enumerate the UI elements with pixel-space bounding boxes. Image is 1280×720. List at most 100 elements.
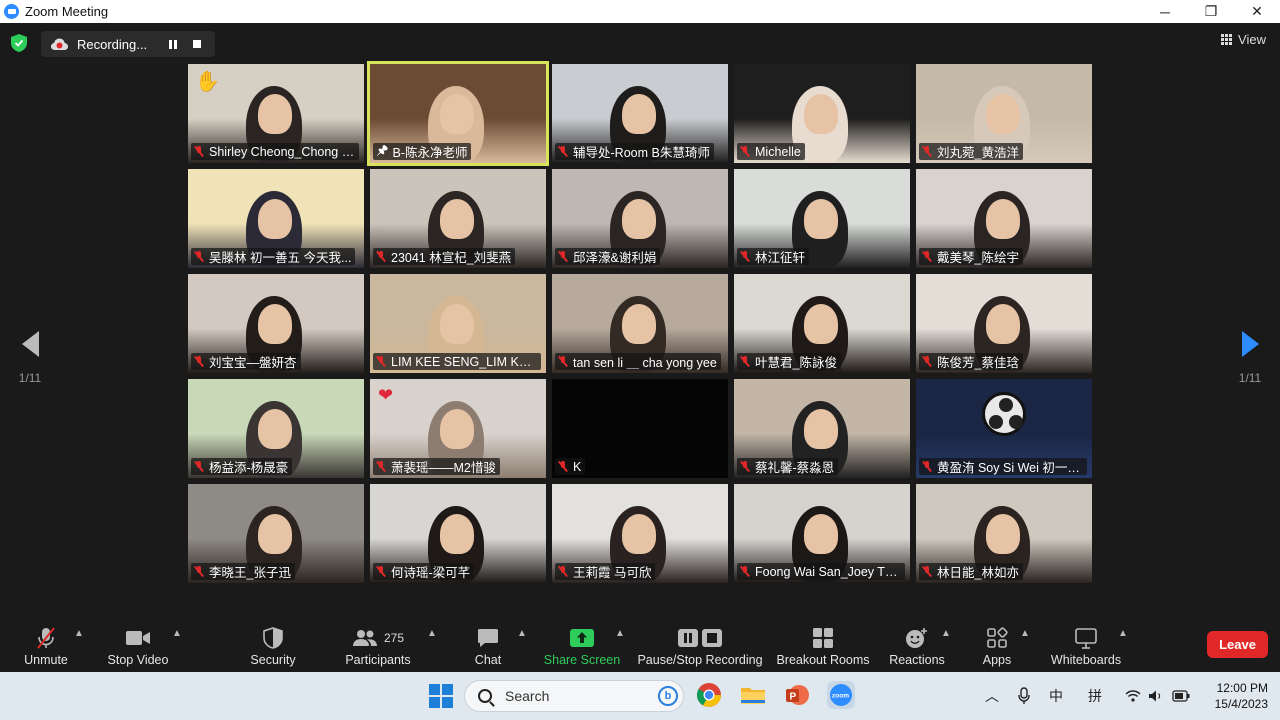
participant-video-tile[interactable]: 辅导处-Room B朱慧琦师 — [552, 64, 728, 163]
participant-video-tile[interactable]: 杨益添-杨晟豪 — [188, 379, 364, 478]
participant-video-tile[interactable]: 何诗瑶-梁可芊 — [370, 484, 546, 583]
leave-button[interactable]: Leave — [1207, 631, 1268, 658]
taskbar-clock[interactable]: 12:00 PM 15/4/2023 — [1215, 680, 1268, 712]
participant-video-tile[interactable]: 刘宝宝—盤妍杏 — [188, 274, 364, 373]
view-label: View — [1238, 32, 1266, 47]
participant-nameplate: 陈俊芳_蔡佳琀 — [919, 353, 1023, 370]
view-button[interactable]: View — [1221, 32, 1266, 47]
participant-video-tile[interactable]: 23041 林宣杞_刘斐燕 — [370, 169, 546, 268]
participant-face — [258, 199, 292, 239]
clock-date: 15/4/2023 — [1214, 697, 1268, 711]
wifi-icon[interactable] — [1125, 689, 1141, 703]
participant-name: 林日能_林如亦 — [937, 566, 1019, 580]
participant-video-tile[interactable]: 戴美琴_陈绘宇 — [916, 169, 1092, 268]
muted-mic-icon — [740, 566, 750, 577]
close-button[interactable]: ✕ — [1234, 0, 1280, 23]
windows-taskbar: Search b P zoom ︿ 中 拼 12:00 PM 15/4/2023 — [0, 672, 1280, 720]
unmute-button[interactable]: Unmute — [18, 620, 74, 672]
participants-options-chevron-up-icon[interactable]: ▲ — [427, 628, 437, 639]
encryption-shield-icon[interactable] — [11, 34, 27, 52]
stop-video-button[interactable]: Stop Video — [104, 620, 172, 672]
previous-page-button[interactable]: 1/11 — [10, 331, 50, 385]
participant-video-tile[interactable]: 刘丸菀_黄浩洋 — [916, 64, 1092, 163]
participant-nameplate: 吴滕林 初一善五 今天我... — [191, 248, 356, 265]
heart-reaction-icon: ❤ — [378, 385, 394, 405]
participant-video-tile[interactable]: Michelle — [734, 64, 910, 163]
participant-video-tile[interactable]: 📌 B-陈永净老师 — [370, 64, 546, 163]
participant-video-tile[interactable]: 陈俊芳_蔡佳琀 — [916, 274, 1092, 373]
zoom-app-icon — [4, 4, 19, 19]
participant-video-tile[interactable]: 邱泽濠&谢利娟 — [552, 169, 728, 268]
pause-stop-recording-label: Pause/Stop Recording — [637, 653, 763, 667]
participant-name: 23041 林宣杞_刘斐燕 — [391, 251, 512, 265]
share-screen-button[interactable]: Share Screen — [544, 620, 620, 672]
participant-nameplate: 📌 B-陈永净老师 — [373, 143, 472, 160]
apps-button[interactable]: Apps — [978, 620, 1016, 672]
zoom-taskbar-icon[interactable]: zoom — [827, 681, 855, 709]
participant-video-tile[interactable]: Foong Wai San_Joey The... — [734, 484, 910, 583]
participant-video-tile[interactable]: ✋ Shirley Cheong_Chong Q... — [188, 64, 364, 163]
participant-face — [804, 94, 838, 134]
participant-face — [440, 514, 474, 554]
bing-icon[interactable]: b — [658, 686, 678, 706]
participant-video-tile[interactable]: 王莉霞 马可欣 — [552, 484, 728, 583]
minimize-button[interactable]: ─ — [1142, 0, 1188, 23]
muted-mic-icon — [740, 461, 750, 472]
file-explorer-icon[interactable] — [739, 681, 767, 709]
whiteboards-button[interactable]: Whiteboards — [1046, 620, 1126, 672]
participant-video-tile[interactable]: tan sen li ＿ cha yong yee — [552, 274, 728, 373]
breakout-rooms-button[interactable]: Breakout Rooms — [776, 620, 870, 672]
share-options-chevron-up-icon[interactable]: ▲ — [615, 628, 625, 639]
reactions-options-chevron-up-icon[interactable]: ▲ — [941, 628, 951, 639]
search-label: Search — [505, 688, 550, 704]
chrome-icon[interactable] — [695, 681, 723, 709]
muted-mic-icon — [194, 566, 204, 577]
participant-nameplate: 黄盈洧 Soy Si Wei 初一善... — [919, 458, 1087, 475]
participant-video-tile[interactable]: 蔡礼馨-蔡淼恩 — [734, 379, 910, 478]
participant-name: 王莉霞 马可欣 — [573, 566, 652, 580]
participant-name: 萧裴瑶——M2惜骏 — [391, 461, 496, 475]
reactions-button[interactable]: Reactions — [888, 620, 946, 672]
video-options-chevron-up-icon[interactable]: ▲ — [172, 628, 182, 639]
chat-options-chevron-up-icon[interactable]: ▲ — [517, 628, 527, 639]
participant-video-tile[interactable]: 李晓王_张子迅 — [188, 484, 364, 583]
pause-stop-recording-button[interactable]: Pause/Stop Recording — [637, 620, 763, 672]
windows-start-icon[interactable] — [429, 684, 453, 708]
muted-mic-icon — [376, 566, 386, 577]
grid-view-icon — [1221, 34, 1233, 45]
participant-video-tile[interactable]: 吴滕林 初一善五 今天我... — [188, 169, 364, 268]
maximize-button[interactable]: ❐ — [1188, 0, 1234, 23]
stop-recording-button[interactable] — [185, 31, 209, 57]
participant-video-tile[interactable]: 叶慧君_陈詠俊 — [734, 274, 910, 373]
chat-button[interactable]: Chat — [470, 620, 506, 672]
powerpoint-icon[interactable]: P — [783, 681, 811, 709]
muted-mic-icon — [558, 566, 568, 577]
show-hidden-icons-chevron-up-icon[interactable]: ︿ — [985, 672, 999, 720]
participant-video-tile[interactable]: 林江征轩 — [734, 169, 910, 268]
participant-video-tile[interactable]: ❤ 萧裴瑶——M2惜骏 — [370, 379, 546, 478]
pause-recording-button[interactable] — [161, 31, 185, 57]
participant-video-tile[interactable]: 黄盈洧 Soy Si Wei 初一善... — [916, 379, 1092, 478]
microphone-tray-icon[interactable] — [1018, 687, 1030, 705]
volume-icon[interactable] — [1148, 689, 1164, 703]
participants-icon — [352, 630, 377, 646]
whiteboards-options-chevron-up-icon[interactable]: ▲ — [1118, 628, 1128, 639]
participant-name: 戴美琴_陈绘宇 — [937, 251, 1019, 265]
ime-mode-indicator[interactable]: 拼 — [1088, 672, 1102, 720]
audio-options-chevron-up-icon[interactable]: ▲ — [74, 628, 84, 639]
taskbar-search-box[interactable]: Search b — [464, 680, 684, 712]
participant-video-tile[interactable]: 林日能_林如亦 — [916, 484, 1092, 583]
next-page-button[interactable]: 1/11 — [1230, 331, 1270, 385]
participant-name: LIM KEE SENG_LIM KE RU — [391, 354, 537, 369]
muted-mic-icon — [376, 356, 386, 367]
muted-mic-icon — [194, 356, 204, 367]
security-button[interactable]: Security — [248, 620, 298, 672]
ime-language-indicator[interactable]: 中 — [1049, 672, 1063, 720]
battery-icon[interactable] — [1172, 690, 1190, 702]
apps-options-chevron-up-icon[interactable]: ▲ — [1020, 628, 1030, 639]
participant-video-tile[interactable]: K — [552, 379, 728, 478]
participant-video-tile[interactable]: LIM KEE SENG_LIM KE RU — [370, 274, 546, 373]
participants-button[interactable]: 275 Participants — [343, 620, 413, 672]
muted-mic-icon — [558, 461, 568, 472]
participant-nameplate: 辅导处-Room B朱慧琦师 — [555, 143, 714, 160]
